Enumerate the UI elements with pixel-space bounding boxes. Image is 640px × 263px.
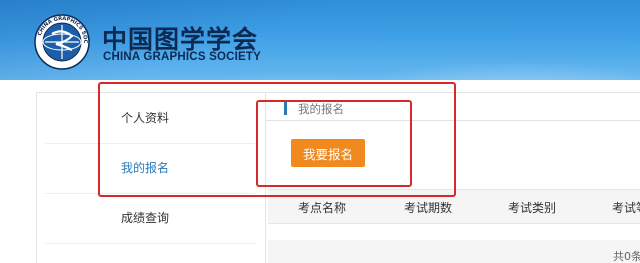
highlight-box-inner bbox=[256, 100, 412, 187]
column-header-venue[interactable]: 考点名称 bbox=[298, 199, 346, 216]
sidebar-item-label: 成绩查询 bbox=[121, 211, 170, 225]
sidebar-item-score-query[interactable]: 成绩查询 bbox=[37, 193, 265, 243]
site-header: CHINA GRAPHICS SOCIETY 中国图学学会 CHINA GRAP… bbox=[0, 0, 640, 80]
column-header-category[interactable]: 考试类别 bbox=[508, 199, 556, 216]
csg-logo-icon[interactable]: CHINA GRAPHICS SOCIETY bbox=[30, 12, 94, 72]
column-header-level[interactable]: 考试等级 bbox=[612, 199, 640, 216]
total-count: 共0条 bbox=[613, 250, 640, 263]
column-header-session[interactable]: 考试期数 bbox=[404, 199, 452, 216]
header-background bbox=[0, 0, 640, 80]
site-title-en: CHINA GRAPHICS SOCIETY bbox=[103, 51, 261, 63]
sidebar-divider bbox=[45, 243, 255, 244]
table-footer bbox=[268, 240, 640, 263]
